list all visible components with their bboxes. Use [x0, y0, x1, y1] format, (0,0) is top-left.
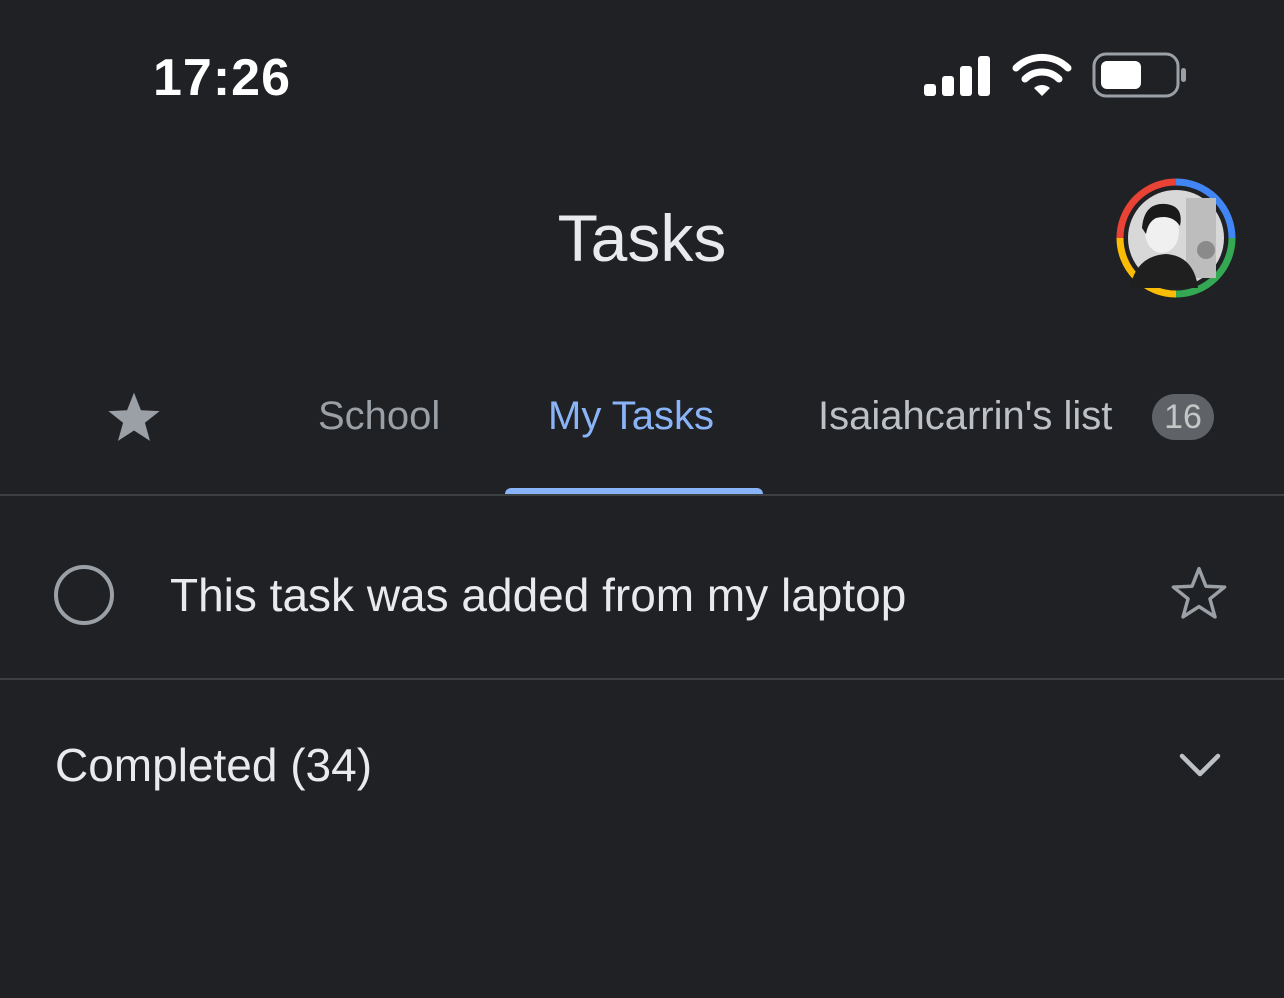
starred-tab-star-icon[interactable]: [102, 386, 166, 450]
completed-label: Completed (34): [55, 739, 373, 791]
status-time: 17:26: [153, 49, 291, 107]
task-complete-checkbox[interactable]: [54, 565, 114, 625]
battery-icon: [1092, 52, 1186, 98]
chevron-down-icon[interactable]: [1176, 746, 1224, 786]
task-title[interactable]: This task was added from my laptop: [170, 568, 906, 622]
tab-school[interactable]: School: [318, 392, 440, 440]
tab-isaiahcarrins-list[interactable]: Isaiahcarrin's list: [818, 392, 1112, 440]
page-title: Tasks: [557, 201, 727, 275]
tab-count-badge: 16: [1152, 394, 1214, 440]
cellular-signal-icon: [924, 56, 990, 96]
task-star-icon[interactable]: [1166, 562, 1232, 626]
wifi-icon: [1012, 53, 1072, 96]
tab-my-tasks[interactable]: My Tasks: [548, 392, 714, 440]
account-avatar[interactable]: [1116, 178, 1236, 298]
task-divider: [0, 678, 1284, 680]
